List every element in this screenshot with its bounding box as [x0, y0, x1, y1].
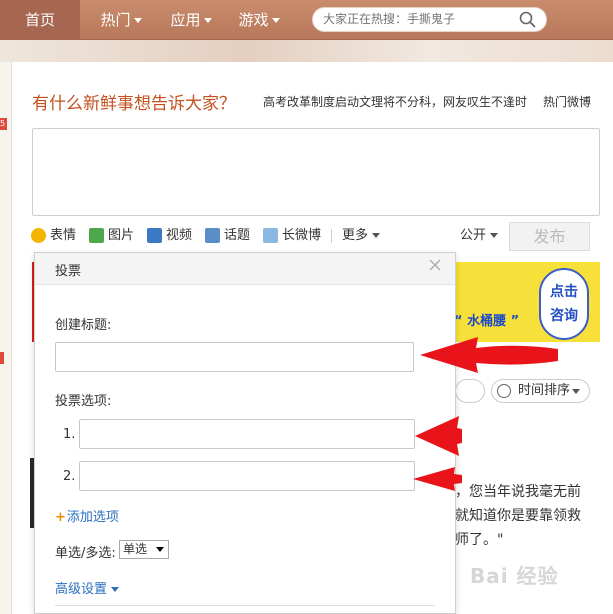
feed-text-line: ，您当年说我毫无前	[455, 484, 581, 500]
ad-text: “ 水桶腰 ”	[454, 314, 520, 329]
ad-consult-button[interactable]: 点击 咨询	[539, 268, 589, 340]
feed-text-line: 就知道你是要靠领救	[455, 508, 581, 524]
option-number: 1.	[63, 427, 76, 442]
image-icon	[89, 228, 104, 243]
add-option-label: 添加选项	[66, 510, 119, 525]
chevron-down-icon	[133, 18, 142, 23]
vote-option-2-input[interactable]	[79, 461, 415, 491]
chevron-down-icon	[572, 389, 580, 394]
chevron-down-icon	[156, 547, 164, 552]
red-arrow-annotation	[415, 416, 462, 456]
red-arrow-annotation	[413, 467, 462, 491]
chevron-down-icon	[490, 233, 499, 238]
dialog-divider	[55, 605, 435, 606]
plus-icon: +	[55, 510, 66, 525]
topic-label: 话题	[224, 228, 251, 243]
sort-dropdown[interactable]: 时间排序	[491, 379, 590, 403]
watermark-logo: Bai 经验	[470, 564, 559, 588]
add-option-link[interactable]: +添加选项	[55, 506, 119, 525]
long-weibo-label: 长微博	[282, 228, 322, 243]
create-title-label: 创建标题:	[55, 318, 112, 333]
dialog-title: 投票	[55, 264, 82, 279]
chevron-down-icon	[372, 233, 381, 238]
composer-prompt: 有什么新鲜事想告诉大家？	[32, 94, 236, 114]
emoji-label: 表情	[50, 228, 77, 243]
vote-title-input[interactable]	[55, 342, 414, 372]
close-icon[interactable]	[429, 259, 441, 271]
header-decoration	[0, 40, 613, 62]
red-arrow-annotation	[420, 337, 558, 373]
options-label: 投票选项:	[55, 394, 112, 409]
nav-hot-label: 热门	[100, 11, 131, 29]
toolbar-divider	[331, 229, 332, 243]
video-icon	[147, 228, 162, 243]
advanced-settings-label: 高级设置	[55, 582, 108, 597]
search-box	[312, 7, 547, 32]
chevron-down-icon	[271, 18, 280, 23]
advanced-settings-link[interactable]: 高级设置	[55, 578, 120, 597]
ad-circle-line2: 咨询	[550, 308, 578, 324]
nav-home[interactable]: 首页	[0, 0, 80, 40]
top-nav: 首页 热门 应用 游戏	[0, 0, 613, 40]
image-label: 图片	[108, 228, 135, 243]
clock-icon	[497, 384, 511, 398]
smiley-icon	[31, 228, 46, 243]
hot-topic-link[interactable]: 高考改革制度启动文理将不分科，网友叹生不逢时	[263, 93, 527, 110]
unread-badge: 5	[0, 118, 7, 130]
mode-label: 单选/多选:	[55, 546, 116, 561]
nav-apps[interactable]: 应用	[168, 0, 214, 40]
more-dropdown[interactable]: 更多	[342, 227, 381, 245]
nav-games-label: 游戏	[238, 11, 269, 29]
publish-button[interactable]: 发布	[509, 222, 590, 251]
composer-textarea[interactable]	[32, 128, 600, 216]
sidebar-marker	[0, 352, 4, 364]
hot-weibo-link[interactable]: 热门微博	[543, 93, 591, 110]
search-icon[interactable]	[519, 11, 536, 28]
vote-dialog: 投票 创建标题: 投票选项: 1. 2. +添加选项 单选/多选: 单选 高级设…	[34, 252, 456, 614]
nav-games[interactable]: 游戏	[236, 0, 282, 40]
visibility-label: 公开	[460, 228, 487, 243]
chevron-down-icon	[111, 587, 120, 592]
video-label: 视频	[166, 228, 193, 243]
filter-chip[interactable]	[455, 379, 485, 403]
vote-option-1-input[interactable]	[79, 419, 415, 449]
dialog-header: 投票	[35, 253, 455, 285]
more-label: 更多	[342, 228, 369, 243]
sort-label: 时间排序	[518, 383, 571, 398]
option-number: 2.	[63, 469, 76, 484]
feed-text-line: 师了。"	[455, 532, 504, 548]
topic-icon	[205, 228, 220, 243]
ad-circle-line1: 点击	[550, 284, 578, 300]
mode-select-value: 单选	[123, 542, 148, 556]
left-sidebar: 5	[0, 62, 12, 614]
nav-apps-label: 应用	[170, 11, 201, 29]
mode-select[interactable]: 单选	[119, 540, 169, 559]
search-input[interactable]	[323, 8, 513, 31]
nav-hot[interactable]: 热门	[98, 0, 144, 40]
chevron-down-icon	[203, 18, 212, 23]
long-post-icon	[263, 228, 278, 243]
visibility-dropdown[interactable]: 公开	[460, 227, 499, 245]
nav-home-label: 首页	[24, 11, 55, 29]
